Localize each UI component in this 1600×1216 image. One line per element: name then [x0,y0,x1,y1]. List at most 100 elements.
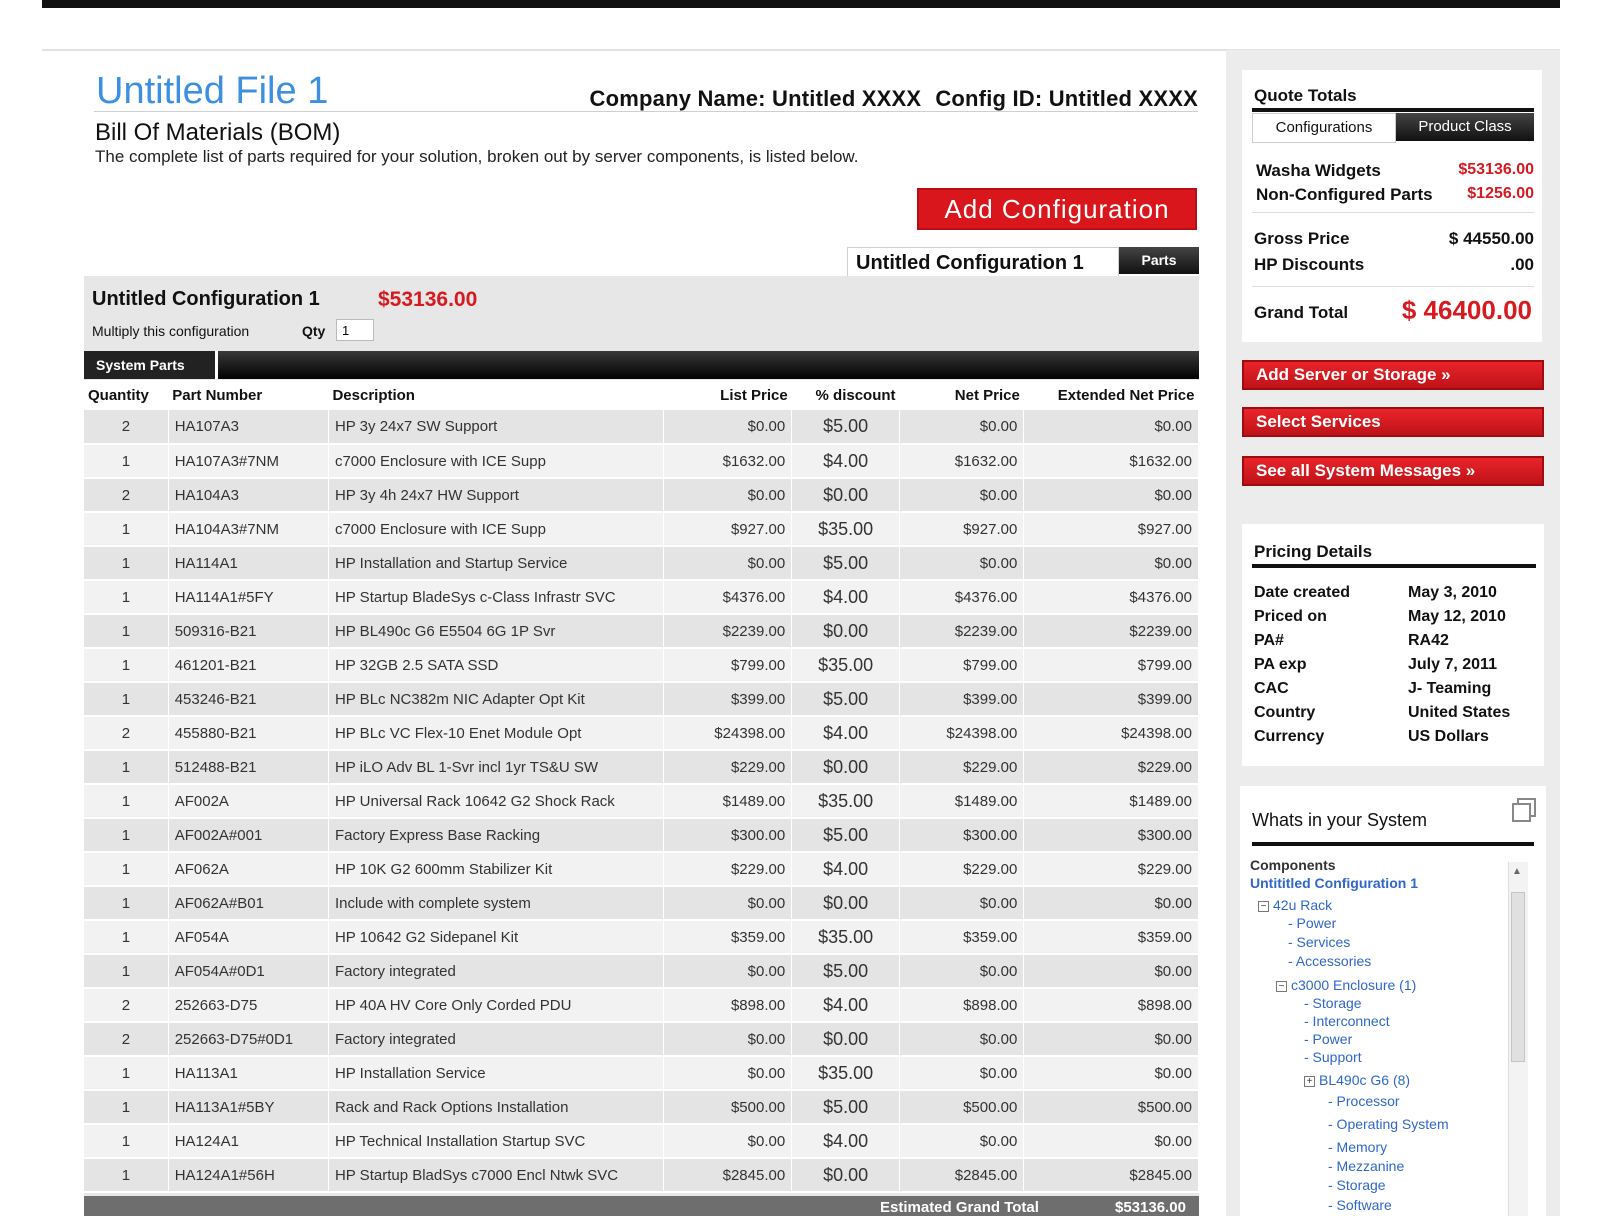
cell-part-number: 509316-B21 [168,614,329,649]
cell-extended-net-price: $2845.00 [1023,1158,1199,1193]
cell-extended-net-price: $229.00 [1023,750,1199,785]
cell-list-price: $399.00 [663,682,793,717]
cell-quantity: 1 [84,546,169,581]
tree-scrollbar-thumb[interactable] [1511,892,1525,1062]
tree-node-label: 42u Rack [1273,897,1333,913]
tree-node-label: BL490c G6 (8) [1319,1072,1411,1088]
cell-net-price: $359.00 [899,920,1025,955]
cell-net-price: $4376.00 [899,580,1025,615]
cell-net-price: $1632.00 [899,444,1025,479]
scroll-up-arrow-icon[interactable]: ▲ [1512,866,1522,877]
config-id: Config ID: Untitled XXXX [935,86,1198,111]
bom-description: The complete list of parts required for … [95,147,859,166]
table-row: 1 AF002A#001 Factory Express Base Racking $… [84,818,1199,853]
cell-quantity: 1 [84,648,169,683]
company-name: Company Name: Untitled XXXX [589,86,922,111]
add-configuration-button[interactable]: Add Configuration [917,188,1197,230]
cell-quantity: 1 [84,750,169,785]
tree-leaf[interactable]: - Support [1304,1049,1362,1065]
quote-divider [1252,212,1534,213]
tree-node-enclosure[interactable]: − c3000 Enclosure (1) [1276,977,1416,993]
cell-discount: $0.00 [791,750,901,785]
tab-product-class[interactable]: Product Class [1396,113,1534,141]
cell-description: HP 3y 24x7 SW Support [328,410,664,445]
cell-quantity: 1 [84,580,169,615]
cell-list-price: $799.00 [663,648,793,683]
cell-discount: $0.00 [791,1022,901,1057]
cell-extended-net-price: $927.00 [1023,512,1199,547]
cell-discount: $35.00 [791,920,901,955]
cell-net-price: $0.00 [899,1124,1025,1159]
tree-leaf[interactable]: - Services [1288,934,1350,950]
cell-extended-net-price: $229.00 [1023,852,1199,887]
expand-window-icon[interactable] [1510,796,1538,824]
whats-in-system-card [1240,786,1546,1216]
cell-quantity: 2 [84,1022,169,1057]
pricing-details-rule [1252,564,1536,568]
bom-table: Quantity Part Number Description List Pr… [84,380,1199,1193]
tab-parts[interactable]: Parts [1119,247,1199,274]
cell-discount: $4.00 [791,716,901,751]
cell-part-number: HA113A1 [168,1056,329,1091]
tree-leaf[interactable]: - Accessories [1288,953,1371,969]
table-row: 2 455880-B21 HP BLc VC Flex-10 Enet Module… [84,716,1199,751]
cell-part-number: HA104A3 [168,478,329,513]
add-server-storage-button[interactable]: Add Server or Storage » [1242,360,1544,390]
tree-leaf[interactable]: - Power [1304,1031,1352,1047]
table-row: 1 509316-B21 HP BL490c G6 E5504 6G 1P Svr $… [84,614,1199,649]
cell-description: Rack and Rack Options Installation [328,1090,664,1125]
cell-discount: $4.00 [791,580,901,615]
tree-leaf[interactable]: - Processor [1328,1093,1400,1109]
cell-part-number: HA114A1 [168,546,329,581]
cell-part-number: HA124A1 [168,1124,329,1159]
cell-list-price: $500.00 [663,1090,793,1125]
cell-discount: $4.00 [791,444,901,479]
cell-quantity: 1 [84,1158,169,1193]
tree-leaf[interactable]: - Operating System [1328,1116,1449,1132]
cell-part-number: 512488-B21 [168,750,329,785]
cell-quantity: 1 [84,1124,169,1159]
tab-untitled-configuration[interactable]: Untitled Configuration 1 [847,247,1119,277]
collapse-icon[interactable]: − [1276,981,1287,992]
cell-list-price: $229.00 [663,852,793,887]
table-row: 2 HA107A3 HP 3y 24x7 SW Support $0.00 $5.00 $… [84,410,1199,445]
cell-net-price: $0.00 [899,1056,1025,1091]
table-row: 1 HA113A1#5BY Rack and Rack Options Instal… [84,1090,1199,1125]
tree-leaf[interactable]: - Software [1328,1197,1392,1213]
tree-leaf[interactable]: - Memory [1328,1139,1387,1155]
tree-leaf[interactable]: - Storage [1304,995,1362,1011]
tree-leaf[interactable]: - Storage [1328,1177,1386,1193]
tree-node-server[interactable]: + BL490c G6 (8) [1304,1072,1410,1088]
cell-description: Include with complete system [328,886,664,921]
cell-discount: $0.00 [791,886,901,921]
cell-list-price: $2239.00 [663,614,793,649]
cell-net-price: $0.00 [899,954,1025,989]
see-system-messages-button[interactable]: See all System Messages » [1242,456,1544,486]
collapse-icon[interactable]: − [1258,901,1269,912]
cell-part-number: HA107A3#7NM [168,444,329,479]
cell-description: HP BLc VC Flex-10 Enet Module Opt [328,716,664,751]
grand-total-value: $53136.00 [1115,1199,1186,1216]
cell-net-price: $898.00 [899,988,1025,1023]
tree-leaf[interactable]: - Mezzanine [1328,1158,1404,1174]
cell-net-price: $500.00 [899,1090,1025,1125]
cell-list-price: $359.00 [663,920,793,955]
cell-description: HP 10642 G2 Sidepanel Kit [328,920,664,955]
tree-node-rack[interactable]: −42u Rack [1258,897,1332,913]
expand-icon[interactable]: + [1304,1076,1315,1087]
cell-part-number: 252663-D75 [168,988,329,1023]
tree-config-link[interactable]: Untititled Configuration 1 [1250,875,1418,891]
gross-price-label: Gross Price [1254,229,1350,248]
cell-extended-net-price: $1632.00 [1023,444,1199,479]
select-services-button[interactable]: Select Services [1242,407,1544,437]
tree-leaf[interactable]: - Power [1288,915,1336,931]
cell-description: c7000 Enclosure with ICE Supp [328,512,664,547]
tree-leaf[interactable]: - Interconnect [1304,1013,1390,1029]
qty-input[interactable] [336,319,374,341]
tab-system-parts[interactable]: System Parts [84,351,218,379]
tab-configurations[interactable]: Configurations [1252,113,1396,143]
table-row: 2 252663-D75 HP 40A HV Core Only Corded PD… [84,988,1199,1023]
cell-extended-net-price: $359.00 [1023,920,1199,955]
cell-list-price: $898.00 [663,988,793,1023]
cell-quantity: 1 [84,614,169,649]
